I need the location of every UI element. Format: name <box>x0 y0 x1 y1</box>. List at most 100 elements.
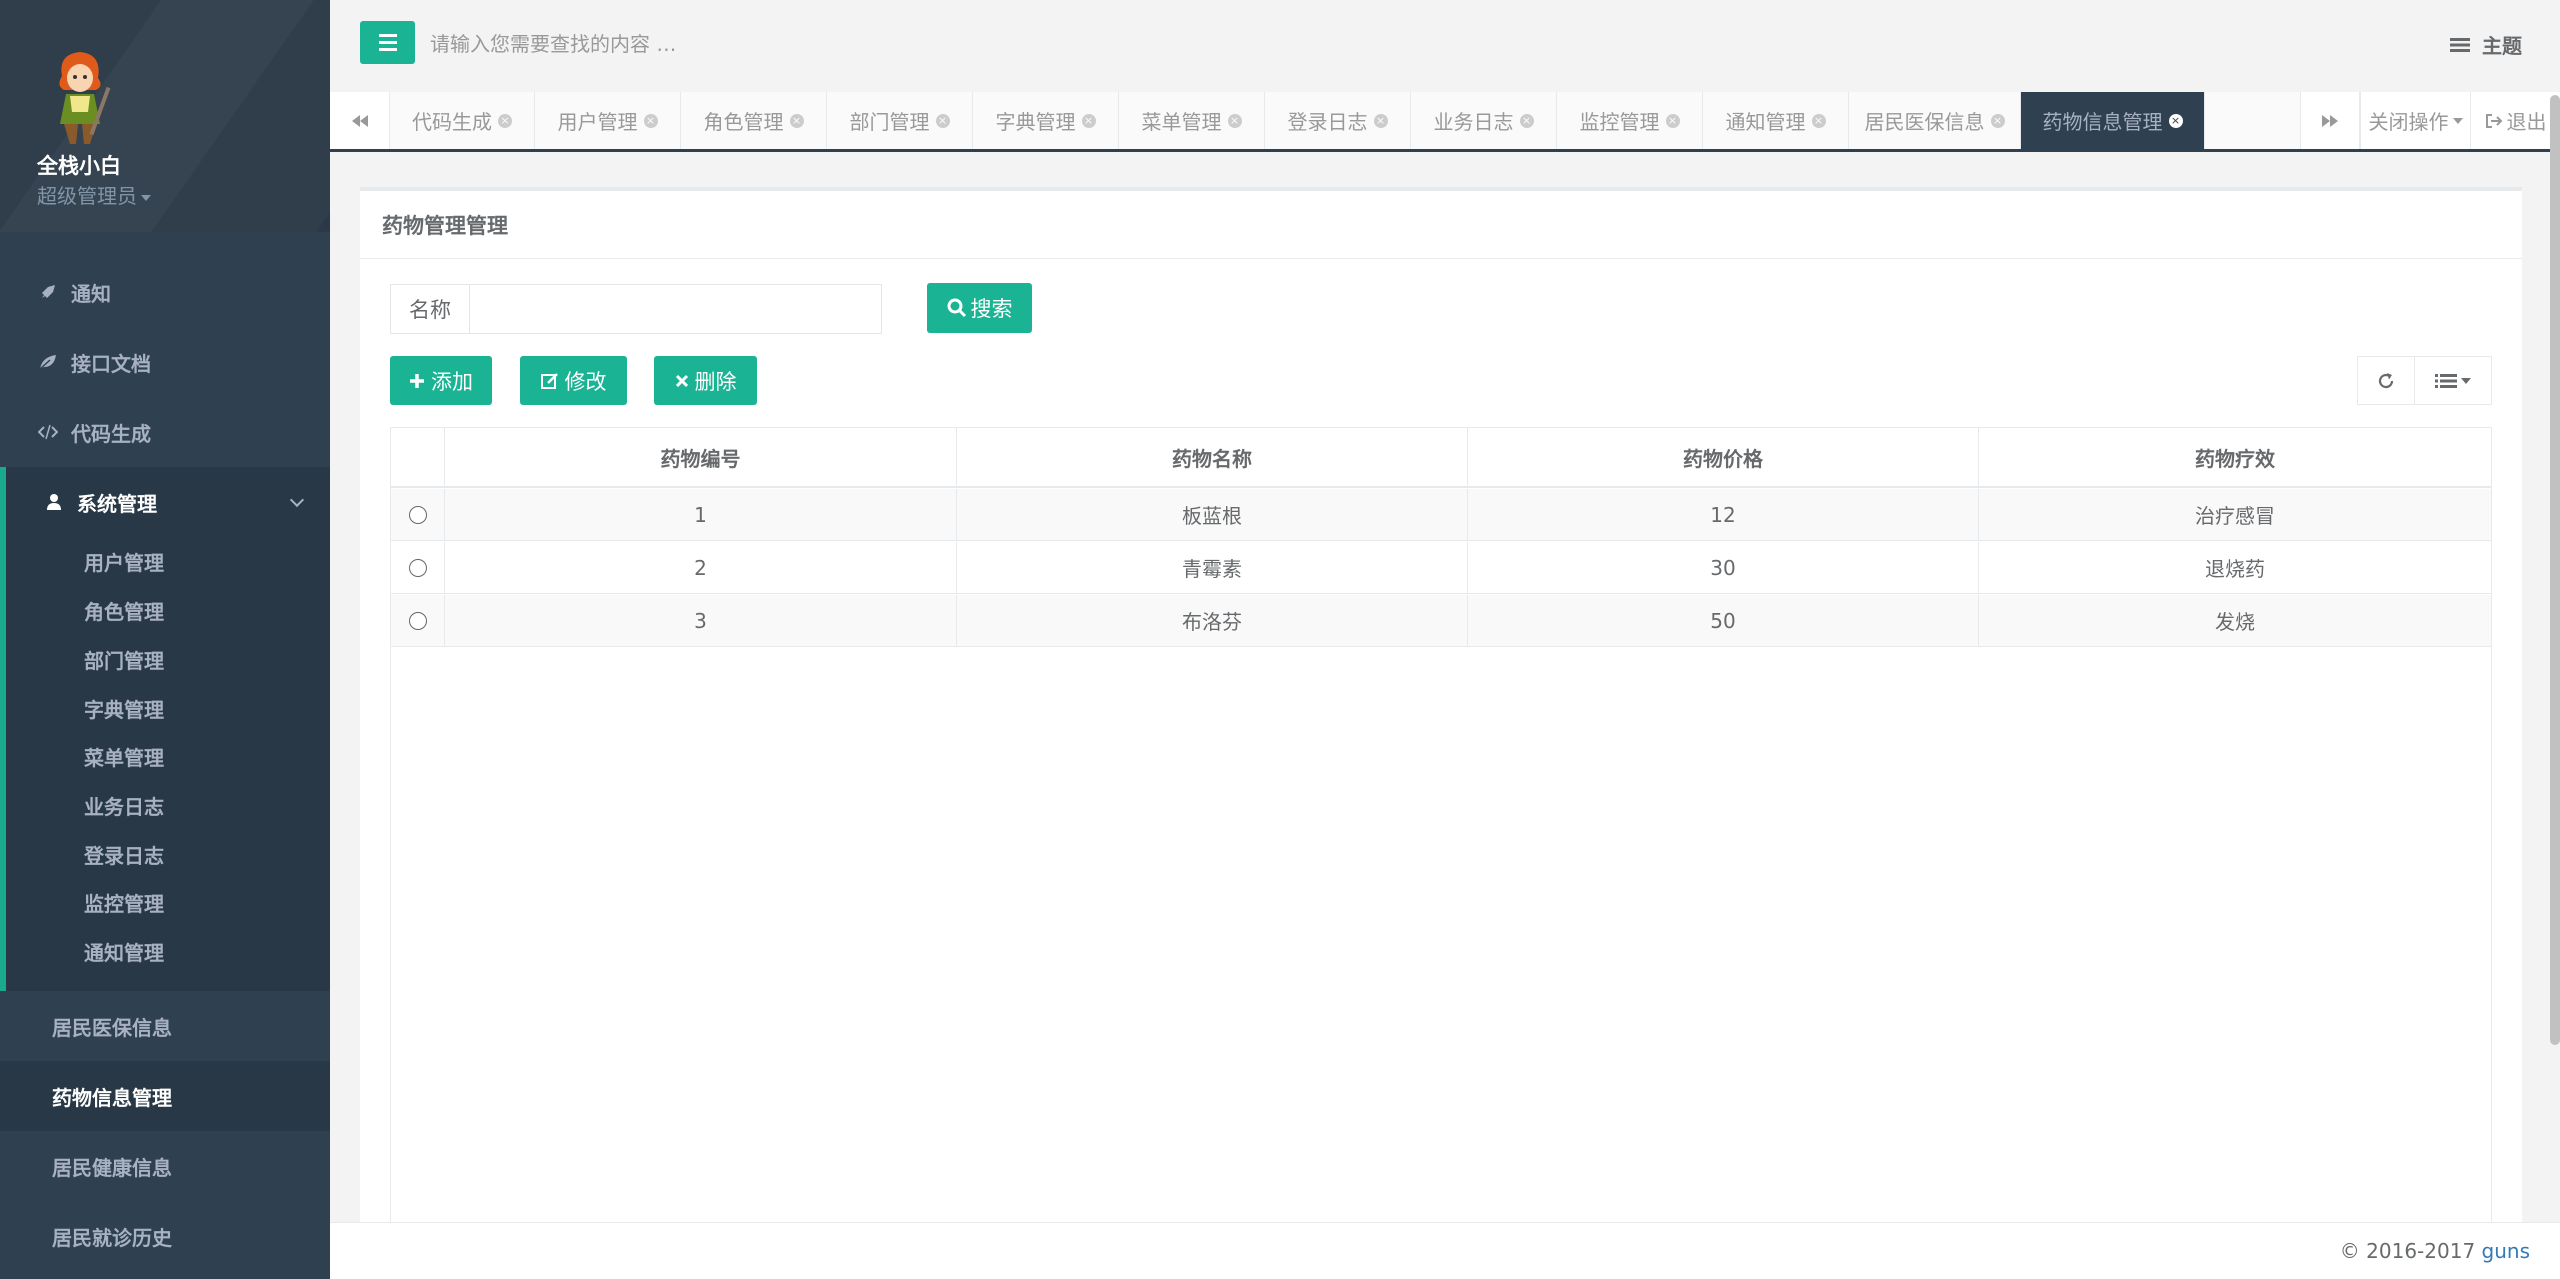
chevron-down-icon <box>289 492 305 508</box>
table-row[interactable]: 3 布洛芬 50 发烧 <box>391 595 2491 647</box>
row-radio[interactable] <box>408 611 427 630</box>
rocket-icon <box>37 281 59 303</box>
add-button[interactable]: 添加 <box>390 356 492 405</box>
table-header-select <box>391 428 445 486</box>
sidebar-item-notice[interactable]: 通知 <box>0 257 330 327</box>
table-header-cell[interactable]: 药物价格 <box>1468 428 1979 486</box>
row-radio[interactable] <box>408 505 427 524</box>
row-select-cell <box>391 542 445 593</box>
tab-item[interactable]: 居民医保信息 × <box>1849 92 2021 149</box>
delete-button[interactable]: 删除 <box>654 356 757 405</box>
sidebar-subitem[interactable]: 角色管理 <box>84 590 164 630</box>
caret-down-icon <box>2452 117 2463 124</box>
sidebar-item-resident-insurance[interactable]: 居民医保信息 <box>0 991 330 1061</box>
page-scrollbar[interactable] <box>2550 95 2560 1045</box>
tab-close-icon[interactable]: × <box>1665 113 1680 128</box>
sidebar-item-code-gen[interactable]: 代码生成 <box>0 397 330 467</box>
sidebar-subitem[interactable]: 通知管理 <box>84 931 164 971</box>
tabs-scroll-right-button[interactable] <box>2300 92 2360 149</box>
user-icon <box>43 491 65 513</box>
sidebar-subitem[interactable]: 登录日志 <box>84 834 164 874</box>
sidebar-subitem[interactable]: 监控管理 <box>84 882 164 922</box>
tab-close-icon[interactable]: × <box>2168 113 2183 128</box>
caret-down-icon <box>2461 377 2471 384</box>
tab-item[interactable]: 部门管理 × <box>827 92 973 149</box>
tab-label: 字典管理 <box>995 110 1076 134</box>
list-icon <box>2435 373 2457 388</box>
sidebar-subitem[interactable]: 菜单管理 <box>84 736 164 776</box>
edit-button[interactable]: 修改 <box>520 356 627 405</box>
sidebar-item-system[interactable]: 系统管理 <box>6 467 330 537</box>
table-cell: 发烧 <box>2215 610 2255 634</box>
tab-close-icon[interactable]: × <box>1519 113 1534 128</box>
profile-panel: 全栈小白 超级管理员 <box>0 0 330 232</box>
table-header-cell[interactable]: 药物名称 <box>957 428 1468 486</box>
copyright-years: © 2016-2017 <box>2339 1239 2476 1263</box>
tab-item[interactable]: 字典管理 × <box>973 92 1119 149</box>
table-cell: 12 <box>1468 489 1979 540</box>
table-cell: 退烧药 <box>2205 557 2265 581</box>
tab-item[interactable]: 角色管理 × <box>681 92 827 149</box>
panel-title: 药物管理管理 <box>360 191 2522 259</box>
table-header-cell[interactable]: 药物疗效 <box>1979 428 2491 486</box>
row-radio[interactable] <box>408 558 427 577</box>
drug-table: 药物编号 药物名称 药物价格 药物疗效 1 板蓝根 12 治疗感冒 2 青霉素 30 退烧药 3… <box>390 427 2492 1227</box>
menu-toggle-button[interactable] <box>360 21 415 64</box>
forward-icon <box>2322 114 2338 127</box>
sidebar-item-api-docs[interactable]: 接口文档 <box>0 327 330 397</box>
sidebar-item-resident-health[interactable]: 居民健康信息 <box>0 1131 330 1201</box>
name-field-label: 名称 <box>390 284 470 334</box>
tab-close-icon[interactable]: × <box>1990 113 2005 128</box>
tab-close-icon[interactable]: × <box>1227 113 1242 128</box>
tab-close-icon[interactable]: × <box>1081 113 1096 128</box>
tab-label: 业务日志 <box>1433 110 1514 134</box>
sidebar-group-system: 系统管理 用户管理 角色管理 部门管理 字典管理 菜单管理 业务日志 登录日志 … <box>0 467 330 991</box>
sidebar-subitem[interactable]: 用户管理 <box>84 541 164 581</box>
tab-close-icon[interactable]: × <box>1811 113 1826 128</box>
search-button[interactable]: 搜索 <box>927 283 1032 333</box>
refresh-icon <box>2378 372 2394 388</box>
tab-close-icon[interactable]: × <box>1373 113 1388 128</box>
tab-close-icon[interactable]: × <box>935 113 950 128</box>
tab-item[interactable]: 登录日志 × <box>1265 92 1411 149</box>
search-input[interactable] <box>430 22 1130 66</box>
tabs-scroll-left-button[interactable] <box>330 92 390 149</box>
caret-down-icon <box>141 194 151 201</box>
sidebar-subitem[interactable]: 部门管理 <box>84 639 164 679</box>
logout-button[interactable]: 退出 <box>2470 92 2560 149</box>
columns-toggle-button[interactable] <box>2414 356 2492 405</box>
tab-item[interactable]: 业务日志 × <box>1411 92 1557 149</box>
main-panel: 药物管理管理 名称 搜索 添加 修改 删除 药物编号 药物名称 药物价格 药物疗… <box>360 187 2522 1227</box>
search-icon <box>947 298 966 318</box>
sidebar: 全栈小白 超级管理员 通知 接口文档 代码生成 系统管理 用户管理 角色管理 部… <box>0 0 330 1279</box>
avatar[interactable] <box>40 46 120 146</box>
search-button-label: 搜索 <box>970 297 1013 321</box>
brand-link[interactable]: guns <box>2482 1239 2530 1263</box>
tab-item[interactable]: 用户管理 × <box>535 92 681 149</box>
copyright-text: © 2016-2017 guns <box>2340 1239 2530 1263</box>
tab-label: 通知管理 <box>1725 110 1806 134</box>
tab-item[interactable]: 菜单管理 × <box>1119 92 1265 149</box>
user-role-dropdown[interactable]: 超级管理员 <box>37 180 151 209</box>
sidebar-item-visit-history[interactable]: 居民就诊历史 <box>0 1201 330 1271</box>
table-row[interactable]: 2 青霉素 30 退烧药 <box>391 542 2491 594</box>
table-header-cell[interactable]: 药物编号 <box>445 428 957 486</box>
tab-close-icon[interactable]: × <box>643 113 658 128</box>
tab-close-icon[interactable]: × <box>789 113 804 128</box>
tab-item[interactable]: 药物信息管理 × <box>2021 92 2205 149</box>
table-row[interactable]: 1 板蓝根 12 治疗感冒 <box>391 489 2491 541</box>
refresh-button[interactable] <box>2357 356 2415 405</box>
sidebar-subitem[interactable]: 字典管理 <box>84 688 164 728</box>
tab-item[interactable]: 监控管理 × <box>1557 92 1703 149</box>
tab-item[interactable]: 代码生成 × <box>390 92 535 149</box>
close-icon <box>675 374 688 387</box>
close-operations-dropdown[interactable]: 关闭操作 <box>2360 92 2470 149</box>
sidebar-item-drug-info[interactable]: 药物信息管理 <box>0 1061 330 1131</box>
tab-close-icon[interactable]: × <box>498 113 512 128</box>
tab-item[interactable]: 通知管理 × <box>1703 92 1849 149</box>
theme-button[interactable]: 主题 <box>2450 30 2522 59</box>
name-search-input[interactable] <box>469 284 882 334</box>
tab-bar: 代码生成 × 用户管理 × 角色管理 × 部门管理 × 字典管理 × 菜单管理 × 登录日志 × 业务日志 ×… <box>330 92 2560 152</box>
sidebar-subitem[interactable]: 业务日志 <box>84 785 164 825</box>
tab-label: 登录日志 <box>1287 110 1368 134</box>
